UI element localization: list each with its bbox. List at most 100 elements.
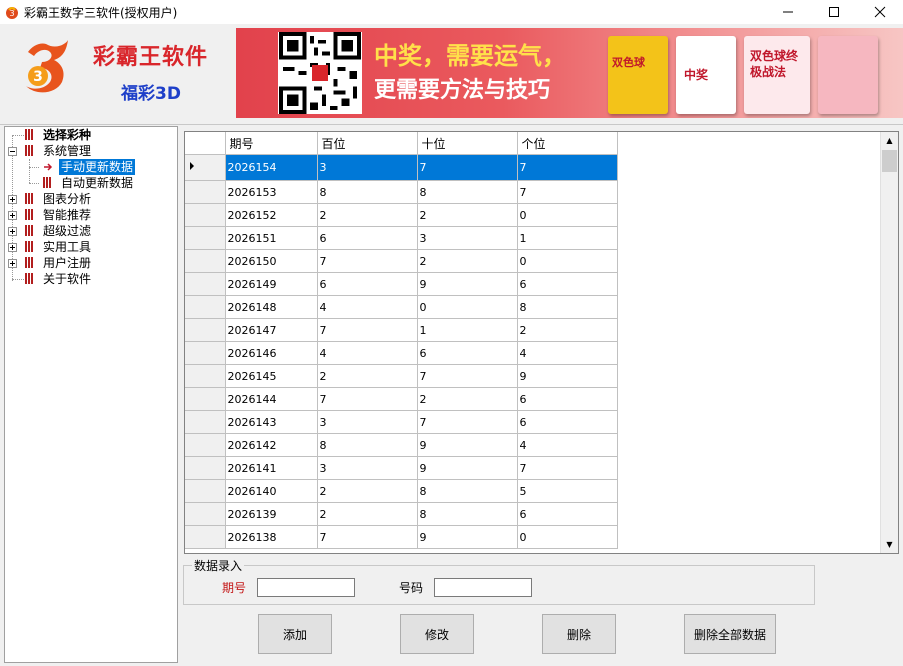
row-header[interactable] <box>185 456 226 480</box>
row-header[interactable] <box>185 295 226 319</box>
table-cell[interactable]: 8 <box>317 433 418 457</box>
table-cell[interactable]: 7 <box>317 387 418 411</box>
row-header[interactable] <box>185 249 226 273</box>
table-cell[interactable]: 7 <box>317 525 418 549</box>
column-header-hundreds[interactable]: 百位 <box>317 132 418 155</box>
table-cell[interactable]: 2 <box>417 249 518 273</box>
row-header[interactable] <box>185 364 226 388</box>
expand-icon[interactable] <box>8 195 17 204</box>
delete-button[interactable]: 删除 <box>542 614 616 654</box>
column-header-tens[interactable]: 十位 <box>417 132 518 155</box>
row-header[interactable] <box>185 180 226 204</box>
table-row[interactable]: 2026141 3 9 7 <box>185 456 618 480</box>
column-header-period[interactable]: 期号 <box>225 132 318 155</box>
table-cell[interactable]: 7 <box>417 410 518 434</box>
column-header-units[interactable]: 个位 <box>517 132 618 155</box>
table-cell[interactable]: 2026147 <box>225 318 318 342</box>
table-row[interactable]: 2026152 2 2 0 <box>185 203 618 227</box>
table-cell[interactable]: 8 <box>417 479 518 503</box>
delete-all-button[interactable]: 删除全部数据 <box>684 614 776 654</box>
table-cell[interactable]: 2026141 <box>225 456 318 480</box>
table-cell[interactable]: 2026153 <box>225 180 318 204</box>
tree-item-select-lottery[interactable]: 选择彩种 <box>5 127 175 143</box>
row-header[interactable] <box>185 525 226 549</box>
table-cell[interactable]: 2 <box>317 479 418 503</box>
tree-item-auto-update[interactable]: 自动更新数据 <box>5 175 175 191</box>
table-row[interactable]: 2026153 8 8 7 <box>185 180 618 204</box>
table-cell[interactable]: 7 <box>517 180 618 204</box>
table-cell[interactable]: 7 <box>517 456 618 480</box>
table-row[interactable]: 2026139 2 8 6 <box>185 502 618 526</box>
table-cell[interactable]: 2026150 <box>225 249 318 273</box>
table-cell[interactable]: 2026145 <box>225 364 318 388</box>
table-cell[interactable]: 1 <box>517 226 618 250</box>
row-header[interactable] <box>185 433 226 457</box>
table-row[interactable]: 2026144 7 2 6 <box>185 387 618 411</box>
table-cell[interactable]: 8 <box>417 502 518 526</box>
expand-icon[interactable] <box>8 259 17 268</box>
add-button[interactable]: 添加 <box>258 614 332 654</box>
table-cell[interactable]: 9 <box>417 433 518 457</box>
table-row[interactable]: 2026154 3 7 7 <box>185 154 618 181</box>
table-cell[interactable]: 3 <box>317 154 418 181</box>
table-cell[interactable]: 3 <box>317 456 418 480</box>
table-cell[interactable]: 2026152 <box>225 203 318 227</box>
row-header[interactable] <box>185 341 226 365</box>
table-cell[interactable]: 3 <box>317 410 418 434</box>
table-cell[interactable]: 2 <box>417 387 518 411</box>
tree-item-chart-analysis[interactable]: 图表分析 <box>5 191 175 207</box>
expand-icon[interactable] <box>8 243 17 252</box>
data-grid[interactable]: 期号 百位 十位 个位 2026154 3 7 7 2026153 8 8 7 2026152 2… <box>184 131 899 554</box>
edit-button[interactable]: 修改 <box>400 614 474 654</box>
period-input[interactable] <box>257 578 355 597</box>
table-row[interactable]: 2026151 6 3 1 <box>185 226 618 250</box>
table-cell[interactable]: 2 <box>317 203 418 227</box>
table-cell[interactable]: 6 <box>517 410 618 434</box>
table-row[interactable]: 2026150 7 2 0 <box>185 249 618 273</box>
row-header[interactable] <box>185 502 226 526</box>
scroll-up-icon[interactable]: ▲ <box>881 132 898 149</box>
table-cell[interactable]: 6 <box>317 226 418 250</box>
table-row[interactable]: 2026145 2 7 9 <box>185 364 618 388</box>
table-cell[interactable]: 3 <box>417 226 518 250</box>
table-row[interactable]: 2026138 7 9 0 <box>185 525 618 549</box>
table-cell[interactable]: 4 <box>517 341 618 365</box>
table-cell[interactable]: 2026138 <box>225 525 318 549</box>
table-cell[interactable]: 2026149 <box>225 272 318 296</box>
table-cell[interactable]: 9 <box>517 364 618 388</box>
table-row[interactable]: 2026140 2 8 5 <box>185 479 618 503</box>
tree-item-tools[interactable]: 实用工具 <box>5 239 175 255</box>
table-cell[interactable]: 6 <box>417 341 518 365</box>
table-cell[interactable]: 8 <box>417 180 518 204</box>
row-header[interactable] <box>185 479 226 503</box>
tree-item-super-filter[interactable]: 超级过滤 <box>5 223 175 239</box>
table-cell[interactable]: 0 <box>517 525 618 549</box>
table-cell[interactable]: 0 <box>517 249 618 273</box>
table-cell[interactable]: 2026148 <box>225 295 318 319</box>
expand-icon[interactable] <box>8 227 17 236</box>
table-cell[interactable]: 9 <box>417 272 518 296</box>
row-header[interactable] <box>185 272 226 296</box>
table-cell[interactable]: 8 <box>317 180 418 204</box>
tree-item-user-register[interactable]: 用户注册 <box>5 255 175 271</box>
row-header[interactable] <box>185 226 226 250</box>
table-row[interactable]: 2026146 4 6 4 <box>185 341 618 365</box>
row-header[interactable] <box>185 154 226 181</box>
table-cell[interactable]: 6 <box>317 272 418 296</box>
table-row[interactable]: 2026149 6 9 6 <box>185 272 618 296</box>
minimize-button[interactable] <box>765 0 811 24</box>
table-cell[interactable]: 5 <box>517 479 618 503</box>
table-cell[interactable]: 2026140 <box>225 479 318 503</box>
scroll-thumb[interactable] <box>882 150 897 172</box>
table-cell[interactable]: 7 <box>317 249 418 273</box>
table-cell[interactable]: 6 <box>517 387 618 411</box>
table-cell[interactable]: 7 <box>317 318 418 342</box>
table-cell[interactable]: 4 <box>317 341 418 365</box>
table-cell[interactable]: 2 <box>517 318 618 342</box>
maximize-button[interactable] <box>811 0 857 24</box>
table-cell[interactable]: 2 <box>317 364 418 388</box>
scroll-down-icon[interactable]: ▼ <box>881 536 898 553</box>
table-cell[interactable]: 9 <box>417 525 518 549</box>
row-header[interactable] <box>185 203 226 227</box>
expand-icon[interactable] <box>8 211 17 220</box>
